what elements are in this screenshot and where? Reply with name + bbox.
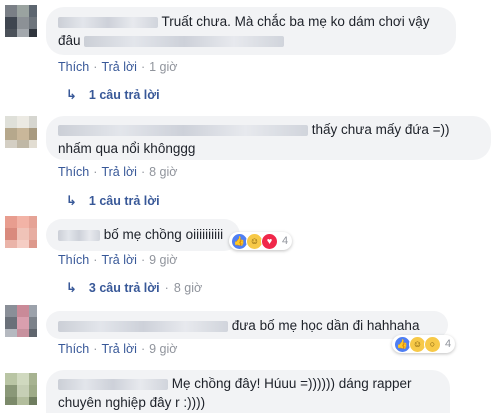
love-reaction-icon: ♥ (261, 232, 278, 250)
reply-arrow-icon: ↳ (66, 87, 77, 102)
replies-time[interactable]: 8 giờ (174, 281, 202, 295)
like-link[interactable]: Thích (58, 165, 89, 179)
reaction-count: 4 (445, 338, 452, 350)
tagged-name[interactable] (84, 35, 285, 47)
comment-text: Truất chưa. Mà chắc ba mẹ ko dám chơi vậ… (161, 14, 430, 29)
reply-link[interactable]: Trả lời (101, 60, 137, 74)
avatar[interactable] (5, 5, 37, 37)
comment-bubble: thấy chưa mấy đứa =)) nhấm qua nổi không… (46, 116, 491, 160)
comment-text: bố mẹ chồng oiiiiiiiiii (103, 227, 224, 242)
reply-link[interactable]: Trả lời (101, 253, 137, 267)
commenter-name[interactable] (58, 124, 308, 136)
comment-text-2: đâu (58, 33, 81, 48)
reply-arrow-icon: ↳ (66, 193, 77, 208)
like-link[interactable]: Thích (58, 253, 89, 267)
avatar[interactable] (5, 216, 37, 248)
reaction-count: 4 (282, 235, 289, 247)
comment-time[interactable]: 9 giờ (149, 253, 177, 267)
comment-time[interactable]: 1 giờ (149, 60, 177, 74)
comment-time[interactable]: 9 giờ (149, 342, 177, 356)
comment-text: Mẹ chồng đây! Húuu =)))))) dáng rapper (171, 376, 412, 391)
comment-actions: Thích · Trả lời · 1 giờ (58, 60, 178, 74)
comment-text: đưa bố mẹ học dần đi hahhaha (231, 318, 420, 333)
view-replies[interactable]: ↳ 3 câu trả lời · 8 giờ (66, 280, 202, 296)
reply-arrow-icon: ↳ (66, 280, 77, 295)
comment-bubble: đưa bố mẹ học dần đi hahhaha (46, 311, 448, 339)
reply-link[interactable]: Trả lời (101, 342, 137, 356)
comment-actions: Thích · Trả lời · 9 giờ (58, 342, 178, 356)
commenter-name[interactable] (58, 16, 158, 28)
like-link[interactable]: Thích (58, 60, 89, 74)
comment-actions: Thích · Trả lời · 9 giờ (58, 253, 178, 267)
commenter-name[interactable] (58, 320, 228, 332)
view-replies[interactable]: ↳ 1 câu trả lời (66, 193, 160, 209)
avatar[interactable] (5, 373, 37, 405)
comment-time[interactable]: 8 giờ (149, 165, 177, 179)
replies-count: 1 câu trả lời (88, 88, 160, 102)
reply-link[interactable]: Trả lời (101, 165, 137, 179)
wow-reaction-icon: ○ (424, 335, 441, 353)
view-replies[interactable]: ↳ 1 câu trả lời (66, 87, 160, 103)
comment-bubble: Truất chưa. Mà chắc ba mẹ ko dám chơi vậ… (46, 7, 456, 55)
reaction-summary[interactable]: 👍 ☺ ○ 4 (392, 335, 456, 353)
comment-text: thấy chưa mấy đứa =)) (311, 122, 450, 137)
comment-bubble: Mẹ chồng đây! Húuu =)))))) dáng rapper c… (46, 370, 450, 413)
comment-text-2: nhấm qua nổi khônggg (58, 141, 196, 156)
comment-bubble: bố mẹ chồng oiiiiiiiiii (46, 219, 240, 251)
comment-text-2: chuyên nghiệp đây r :)))) (58, 395, 206, 410)
avatar[interactable] (5, 305, 37, 337)
commenter-name[interactable] (58, 378, 168, 390)
avatar[interactable] (5, 116, 37, 148)
replies-count: 1 câu trả lời (88, 194, 160, 208)
comment-actions: Thích · Trả lời · 8 giờ (58, 165, 178, 179)
reaction-summary[interactable]: 👍 ☺ ♥ 4 (229, 232, 293, 250)
replies-count: 3 câu trả lời (88, 281, 160, 295)
like-link[interactable]: Thích (58, 342, 89, 356)
commenter-name[interactable] (58, 229, 100, 241)
